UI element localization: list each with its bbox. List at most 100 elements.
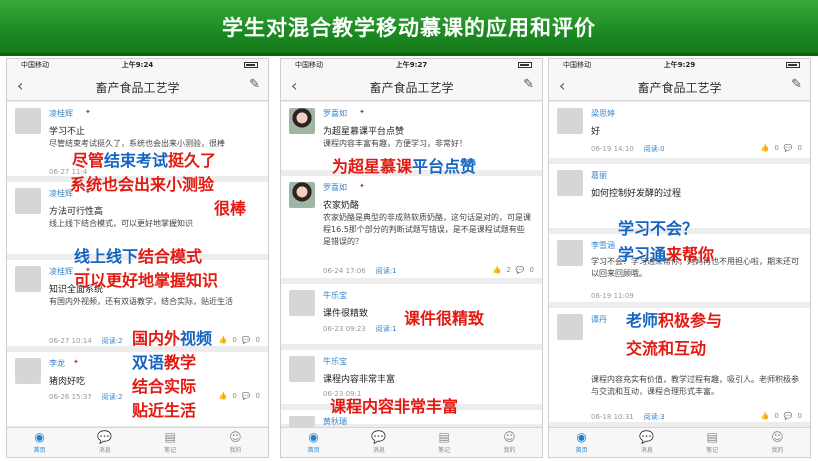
- avatar[interactable]: [15, 108, 41, 134]
- tab-bar: ◉ 首页 💬 消息 ▤ 笔记 ☺ 我的: [549, 427, 810, 457]
- avatar[interactable]: [289, 356, 315, 382]
- like-icon[interactable]: 👍: [761, 412, 770, 420]
- comment-count: 0: [797, 144, 802, 152]
- user-name[interactable]: 梁思婷: [591, 108, 615, 119]
- tab-profile[interactable]: ☺ 我的: [203, 428, 268, 457]
- like-icon[interactable]: 👍: [219, 336, 228, 344]
- nav-bar: ‹ 畜产食品工艺学 ✎: [549, 71, 810, 101]
- post-actions: 👍 0 💬 0: [214, 392, 260, 400]
- compose-icon[interactable]: ✎: [523, 77, 534, 92]
- battery-icon: [518, 62, 532, 68]
- user-name[interactable]: 牛乐宝: [323, 290, 347, 301]
- user-name[interactable]: 凌桂辉: [49, 266, 73, 277]
- comment-count: 0: [255, 392, 260, 400]
- tab-messages[interactable]: 💬 消息: [72, 428, 137, 457]
- comment-icon[interactable]: 💬: [784, 412, 793, 420]
- user-name[interactable]: 葛丽: [591, 170, 607, 181]
- avatar[interactable]: [289, 182, 315, 208]
- comment-icon[interactable]: 💬: [784, 144, 793, 152]
- course-title: 畜产食品工艺学: [369, 81, 454, 95]
- avatar[interactable]: [15, 358, 41, 384]
- post-title: 如何控制好发酵的过程: [591, 189, 682, 199]
- read-count: 阅读:2: [101, 337, 123, 345]
- post-title: 方法可行性高: [49, 207, 104, 217]
- post-body: 课程内容充实有价值，教学过程有趣，吸引人。老师积极参与交流和互动，课程合理形式丰…: [591, 375, 799, 396]
- like-icon[interactable]: 👍: [761, 144, 770, 152]
- tab-home[interactable]: ◉ 首页: [7, 428, 72, 457]
- comment-icon[interactable]: 💬: [242, 392, 251, 400]
- avatar[interactable]: [557, 314, 583, 340]
- tab-profile[interactable]: ☺ 我的: [745, 428, 810, 457]
- post-item[interactable]: 罗喜如 ✦ 农家奶酪 农家奶酪是典型的非成熟软质奶酪，这句话是对的，可是课程16…: [281, 176, 542, 284]
- post-title: 课件很精致: [323, 309, 369, 319]
- note-icon: ▤: [164, 430, 176, 444]
- like-icon[interactable]: 👍: [493, 266, 502, 274]
- comment-count: 0: [255, 336, 260, 344]
- avatar[interactable]: [557, 170, 583, 196]
- post-date: 06-27 10:14: [49, 337, 92, 345]
- medal-icon: ✦: [359, 108, 365, 116]
- user-name[interactable]: 李雪涵: [591, 240, 615, 251]
- compass-icon: ◉: [308, 430, 319, 444]
- avatar[interactable]: [289, 108, 315, 134]
- avatar[interactable]: [557, 108, 583, 134]
- read-count: 阅读:0: [643, 145, 665, 153]
- like-icon[interactable]: 👍: [219, 392, 228, 400]
- compose-icon[interactable]: ✎: [249, 77, 260, 92]
- status-time: 上午9:27: [395, 61, 428, 69]
- status-bar: 中国移动 上午9:24: [7, 59, 268, 71]
- status-bar: 中国移动 上午9:29: [549, 59, 810, 71]
- avatar[interactable]: [557, 240, 583, 266]
- compose-icon[interactable]: ✎: [791, 77, 802, 92]
- tab-bar: ◉ 首页 💬 消息 ▤ 笔记 ☺ 我的: [7, 427, 268, 457]
- like-count: 0: [774, 144, 779, 152]
- medal-icon: ✦: [73, 358, 79, 366]
- highlight-text: 双语教学: [132, 353, 197, 372]
- tab-messages[interactable]: 💬 消息: [346, 428, 411, 457]
- tab-notes[interactable]: ▤ 笔记: [412, 428, 477, 457]
- post-meta: 06-24 17:06 阅读:1: [323, 266, 397, 276]
- highlight-text: 很棒: [214, 199, 247, 218]
- avatar[interactable]: [289, 290, 315, 316]
- post-date: 06-24 17:06: [323, 267, 366, 275]
- tab-home[interactable]: ◉ 首页: [281, 428, 346, 457]
- post-actions: 👍 0 💬 0: [756, 144, 802, 152]
- like-count: 0: [774, 412, 779, 420]
- user-name[interactable]: 凌桂辉: [49, 108, 73, 119]
- avatar[interactable]: [15, 188, 41, 214]
- medal-icon: ✦: [85, 108, 91, 116]
- user-name[interactable]: 李龙: [49, 358, 65, 369]
- like-count: 0: [232, 392, 237, 400]
- tab-bar: ◉ 首页 💬 消息 ▤ 笔记 ☺ 我的: [281, 427, 542, 457]
- tab-messages[interactable]: 💬 消息: [614, 428, 679, 457]
- tab-notes[interactable]: ▤ 笔记: [138, 428, 203, 457]
- comment-icon[interactable]: 💬: [242, 336, 251, 344]
- avatar[interactable]: [289, 416, 315, 427]
- highlight-text: 课程内容非常丰富: [330, 397, 459, 416]
- nav-bar: ‹ 畜产食品工艺学 ✎: [281, 71, 542, 101]
- post-date: 06-18 10:31: [591, 413, 634, 421]
- user-name[interactable]: 罗喜如: [323, 108, 347, 119]
- tab-notes[interactable]: ▤ 笔记: [680, 428, 745, 457]
- chat-icon: 💬: [371, 430, 387, 444]
- user-name[interactable]: 谭丹: [591, 314, 607, 325]
- post-date: 06-19 14:10: [591, 145, 634, 153]
- course-title: 畜产食品工艺学: [95, 81, 180, 95]
- avatar[interactable]: [15, 266, 41, 292]
- post-item[interactable]: 梁思婷 好 06-19 14:10 阅读:0 👍 0 💬 0: [549, 102, 810, 164]
- highlight-text: 结合实际: [132, 377, 197, 396]
- note-icon: ▤: [706, 430, 718, 444]
- user-name[interactable]: 牛乐宝: [323, 356, 347, 367]
- post-title: 好: [591, 127, 601, 137]
- tab-home[interactable]: ◉ 首页: [549, 428, 614, 457]
- comment-icon[interactable]: 💬: [516, 266, 525, 274]
- post-actions: 👍 0 💬 0: [214, 336, 260, 344]
- read-count: 阅读:3: [643, 413, 665, 421]
- post-meta: 06-27 10:14 阅读:2: [49, 336, 123, 346]
- post-body: 课程内容丰富有趣，方便学习，非常好！: [323, 139, 467, 148]
- tab-profile[interactable]: ☺ 我的: [477, 428, 542, 457]
- user-name[interactable]: 罗喜如: [323, 182, 347, 193]
- like-count: 2: [506, 266, 511, 274]
- post-actions: 👍 0 💬 0: [756, 412, 802, 420]
- post-meta: 06-18 10:31 阅读:3: [591, 412, 665, 422]
